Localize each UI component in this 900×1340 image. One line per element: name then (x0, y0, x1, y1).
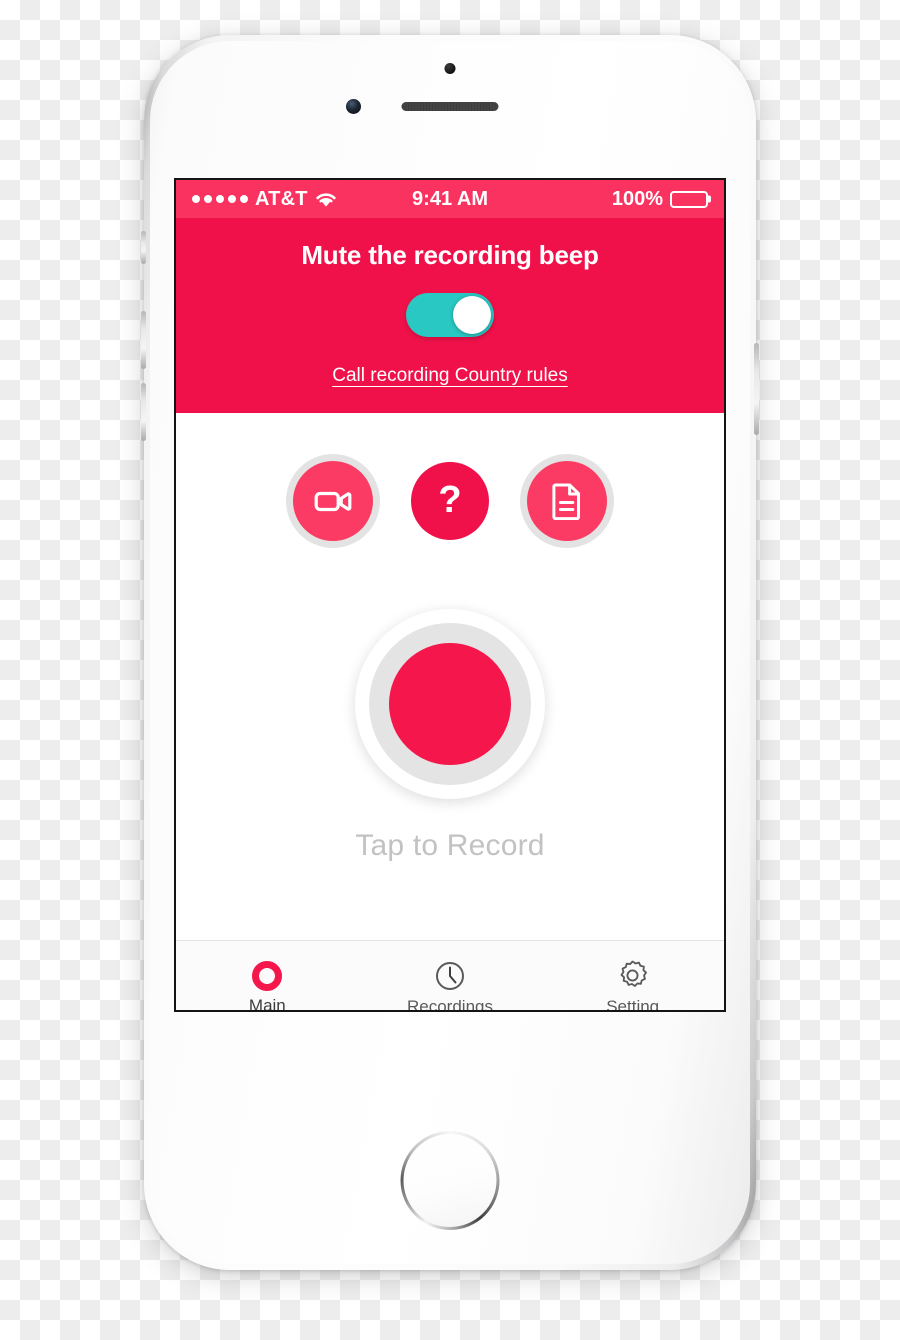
tab-recordings-label: Recordings (407, 996, 493, 1011)
clock-label: 9:41 AM (412, 187, 488, 210)
record-caption: Tap to Record (355, 829, 545, 862)
status-bar-left: AT&T (192, 188, 412, 211)
clock-icon (434, 960, 466, 992)
notes-button[interactable] (527, 461, 607, 541)
help-button[interactable]: ? (411, 462, 489, 540)
tab-main-label: Main (248, 995, 286, 1011)
front-camera-icon (346, 99, 361, 114)
video-camera-icon (314, 487, 352, 515)
question-mark-icon: ? (438, 479, 462, 521)
power-button[interactable] (754, 343, 759, 435)
header-panel: Mute the recording beep Call recording C… (176, 218, 724, 413)
battery-icon (670, 190, 709, 208)
toggle-knob (453, 296, 491, 334)
record-button-core (389, 643, 511, 765)
tab-main[interactable]: Main (176, 941, 359, 1010)
volume-down-button[interactable] (141, 383, 146, 441)
page-title: Mute the recording beep (301, 240, 599, 270)
proximity-sensor-icon (444, 63, 456, 74)
video-record-button[interactable] (293, 461, 373, 541)
tab-setting-label: Setting (606, 997, 660, 1010)
wifi-icon (315, 191, 337, 208)
signal-strength-icon (192, 195, 248, 203)
phone-device: AT&T 9:41 AM 100% Mute the recording bee… (141, 35, 759, 1270)
record-ring-icon (252, 960, 283, 991)
volume-up-button[interactable] (141, 311, 146, 369)
home-button[interactable] (400, 1131, 500, 1230)
status-bar-right: 100% (488, 187, 709, 211)
record-button-ring (369, 623, 531, 785)
action-button-row: ? (176, 413, 724, 541)
country-rules-link[interactable]: Call recording Country rules (332, 365, 568, 387)
record-button[interactable] (355, 609, 545, 799)
carrier-label: AT&T (255, 187, 308, 210)
home-button-surface (403, 1134, 497, 1227)
phone-screen: AT&T 9:41 AM 100% Mute the recording bee… (176, 180, 724, 1010)
earpiece-speaker-icon (401, 102, 499, 111)
main-content: ? Tap to Record Main Recordings Setting (176, 413, 724, 1010)
mute-beep-toggle[interactable] (406, 293, 494, 337)
record-button-wrap (176, 609, 724, 799)
document-icon (551, 482, 583, 520)
bottom-tab-bar: Main Recordings Setting (176, 940, 724, 1010)
status-bar: AT&T 9:41 AM 100% (176, 180, 724, 218)
gear-icon (616, 959, 649, 992)
battery-percent-label: 100% (611, 187, 664, 210)
tab-setting[interactable]: Setting (541, 941, 724, 1010)
silent-switch[interactable] (141, 231, 146, 264)
tab-recordings[interactable]: Recordings (359, 941, 542, 1010)
